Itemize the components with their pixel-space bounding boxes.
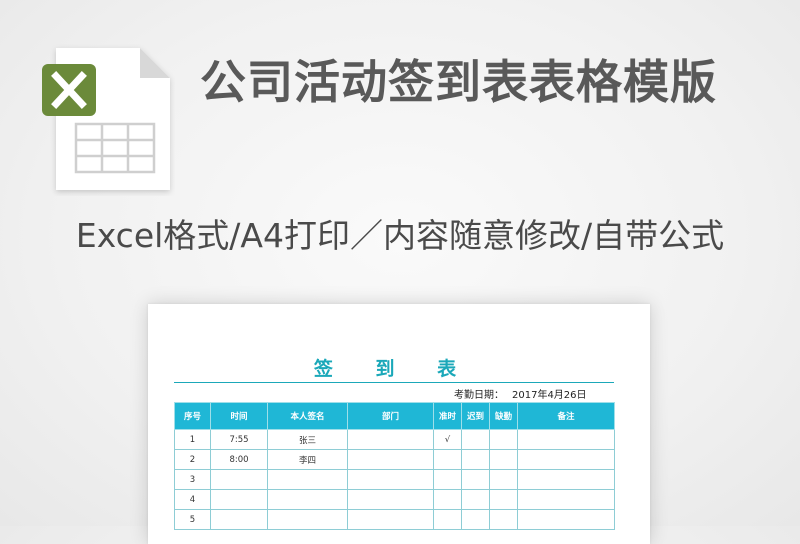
table-cell: 7:55 (210, 429, 268, 450)
table-cell (461, 469, 490, 490)
signin-table: 序号 时间 本人签名 部门 准时 迟到 缺勤 备注 1 7:55 张三 √ 2 … (174, 402, 615, 530)
table-cell: √ (433, 429, 462, 450)
table-cell (489, 489, 518, 510)
table-cell: 4 (174, 489, 211, 510)
table-row: 2 8:00 李四 (174, 449, 615, 470)
date-label: 考勤日期： (454, 390, 504, 401)
table-cell (210, 469, 268, 490)
table-cell (517, 509, 615, 530)
excel-file-icon (40, 44, 175, 196)
document-preview: 签 到 表 考勤日期： 2017年4月26日 序号 时间 本人签名 部门 准时 迟… (148, 304, 650, 544)
table-cell: 2 (174, 449, 211, 470)
table-cell (489, 509, 518, 530)
table-cell (433, 489, 462, 510)
table-row: 3 (174, 469, 615, 490)
column-header: 时间 (210, 402, 268, 430)
table-cell (210, 489, 268, 510)
table-cell (267, 509, 348, 530)
column-header: 缺勤 (489, 402, 518, 430)
table-cell (347, 489, 434, 510)
column-header: 本人签名 (267, 402, 348, 430)
table-cell (517, 489, 615, 510)
table-cell (347, 449, 434, 470)
attendance-date: 考勤日期： 2017年4月26日 (454, 386, 587, 401)
table-cell (210, 509, 268, 530)
table-cell: 李四 (267, 449, 348, 470)
page-subtitle: Excel格式/A4打印／内容随意修改/自带公式 (75, 216, 725, 255)
table-cell (433, 509, 462, 530)
table-row: 4 (174, 489, 615, 510)
page-title: 公司活动签到表表格模版 (200, 55, 717, 109)
table-cell (461, 449, 490, 470)
table-cell (347, 429, 434, 450)
table-cell (517, 429, 615, 450)
table-cell (461, 509, 490, 530)
date-value: 2017年4月26日 (512, 390, 587, 401)
table-cell (433, 469, 462, 490)
table-row: 5 (174, 509, 615, 530)
table-cell (267, 469, 348, 490)
column-header: 备注 (517, 402, 615, 430)
table-cell (489, 429, 518, 450)
table-cell (517, 449, 615, 470)
table-cell: 张三 (267, 429, 348, 450)
table-cell (489, 469, 518, 490)
title-divider (174, 382, 614, 383)
table-cell: 5 (174, 509, 211, 530)
column-header: 部门 (347, 402, 434, 430)
table-cell (461, 489, 490, 510)
table-cell (347, 469, 434, 490)
table-cell (461, 429, 490, 450)
column-header: 准时 (433, 402, 462, 430)
table-cell (517, 469, 615, 490)
column-header: 序号 (174, 402, 211, 430)
column-header: 迟到 (461, 402, 490, 430)
sheet-title: 签 到 表 (313, 358, 475, 380)
table-cell (347, 509, 434, 530)
table-header-row: 序号 时间 本人签名 部门 准时 迟到 缺勤 备注 (174, 402, 615, 430)
table-cell: 3 (174, 469, 211, 490)
table-cell (267, 489, 348, 510)
table-cell: 8:00 (210, 449, 268, 470)
table-cell (489, 449, 518, 470)
table-cell (433, 449, 462, 470)
table-cell: 1 (174, 429, 211, 450)
table-row: 1 7:55 张三 √ (174, 429, 615, 450)
